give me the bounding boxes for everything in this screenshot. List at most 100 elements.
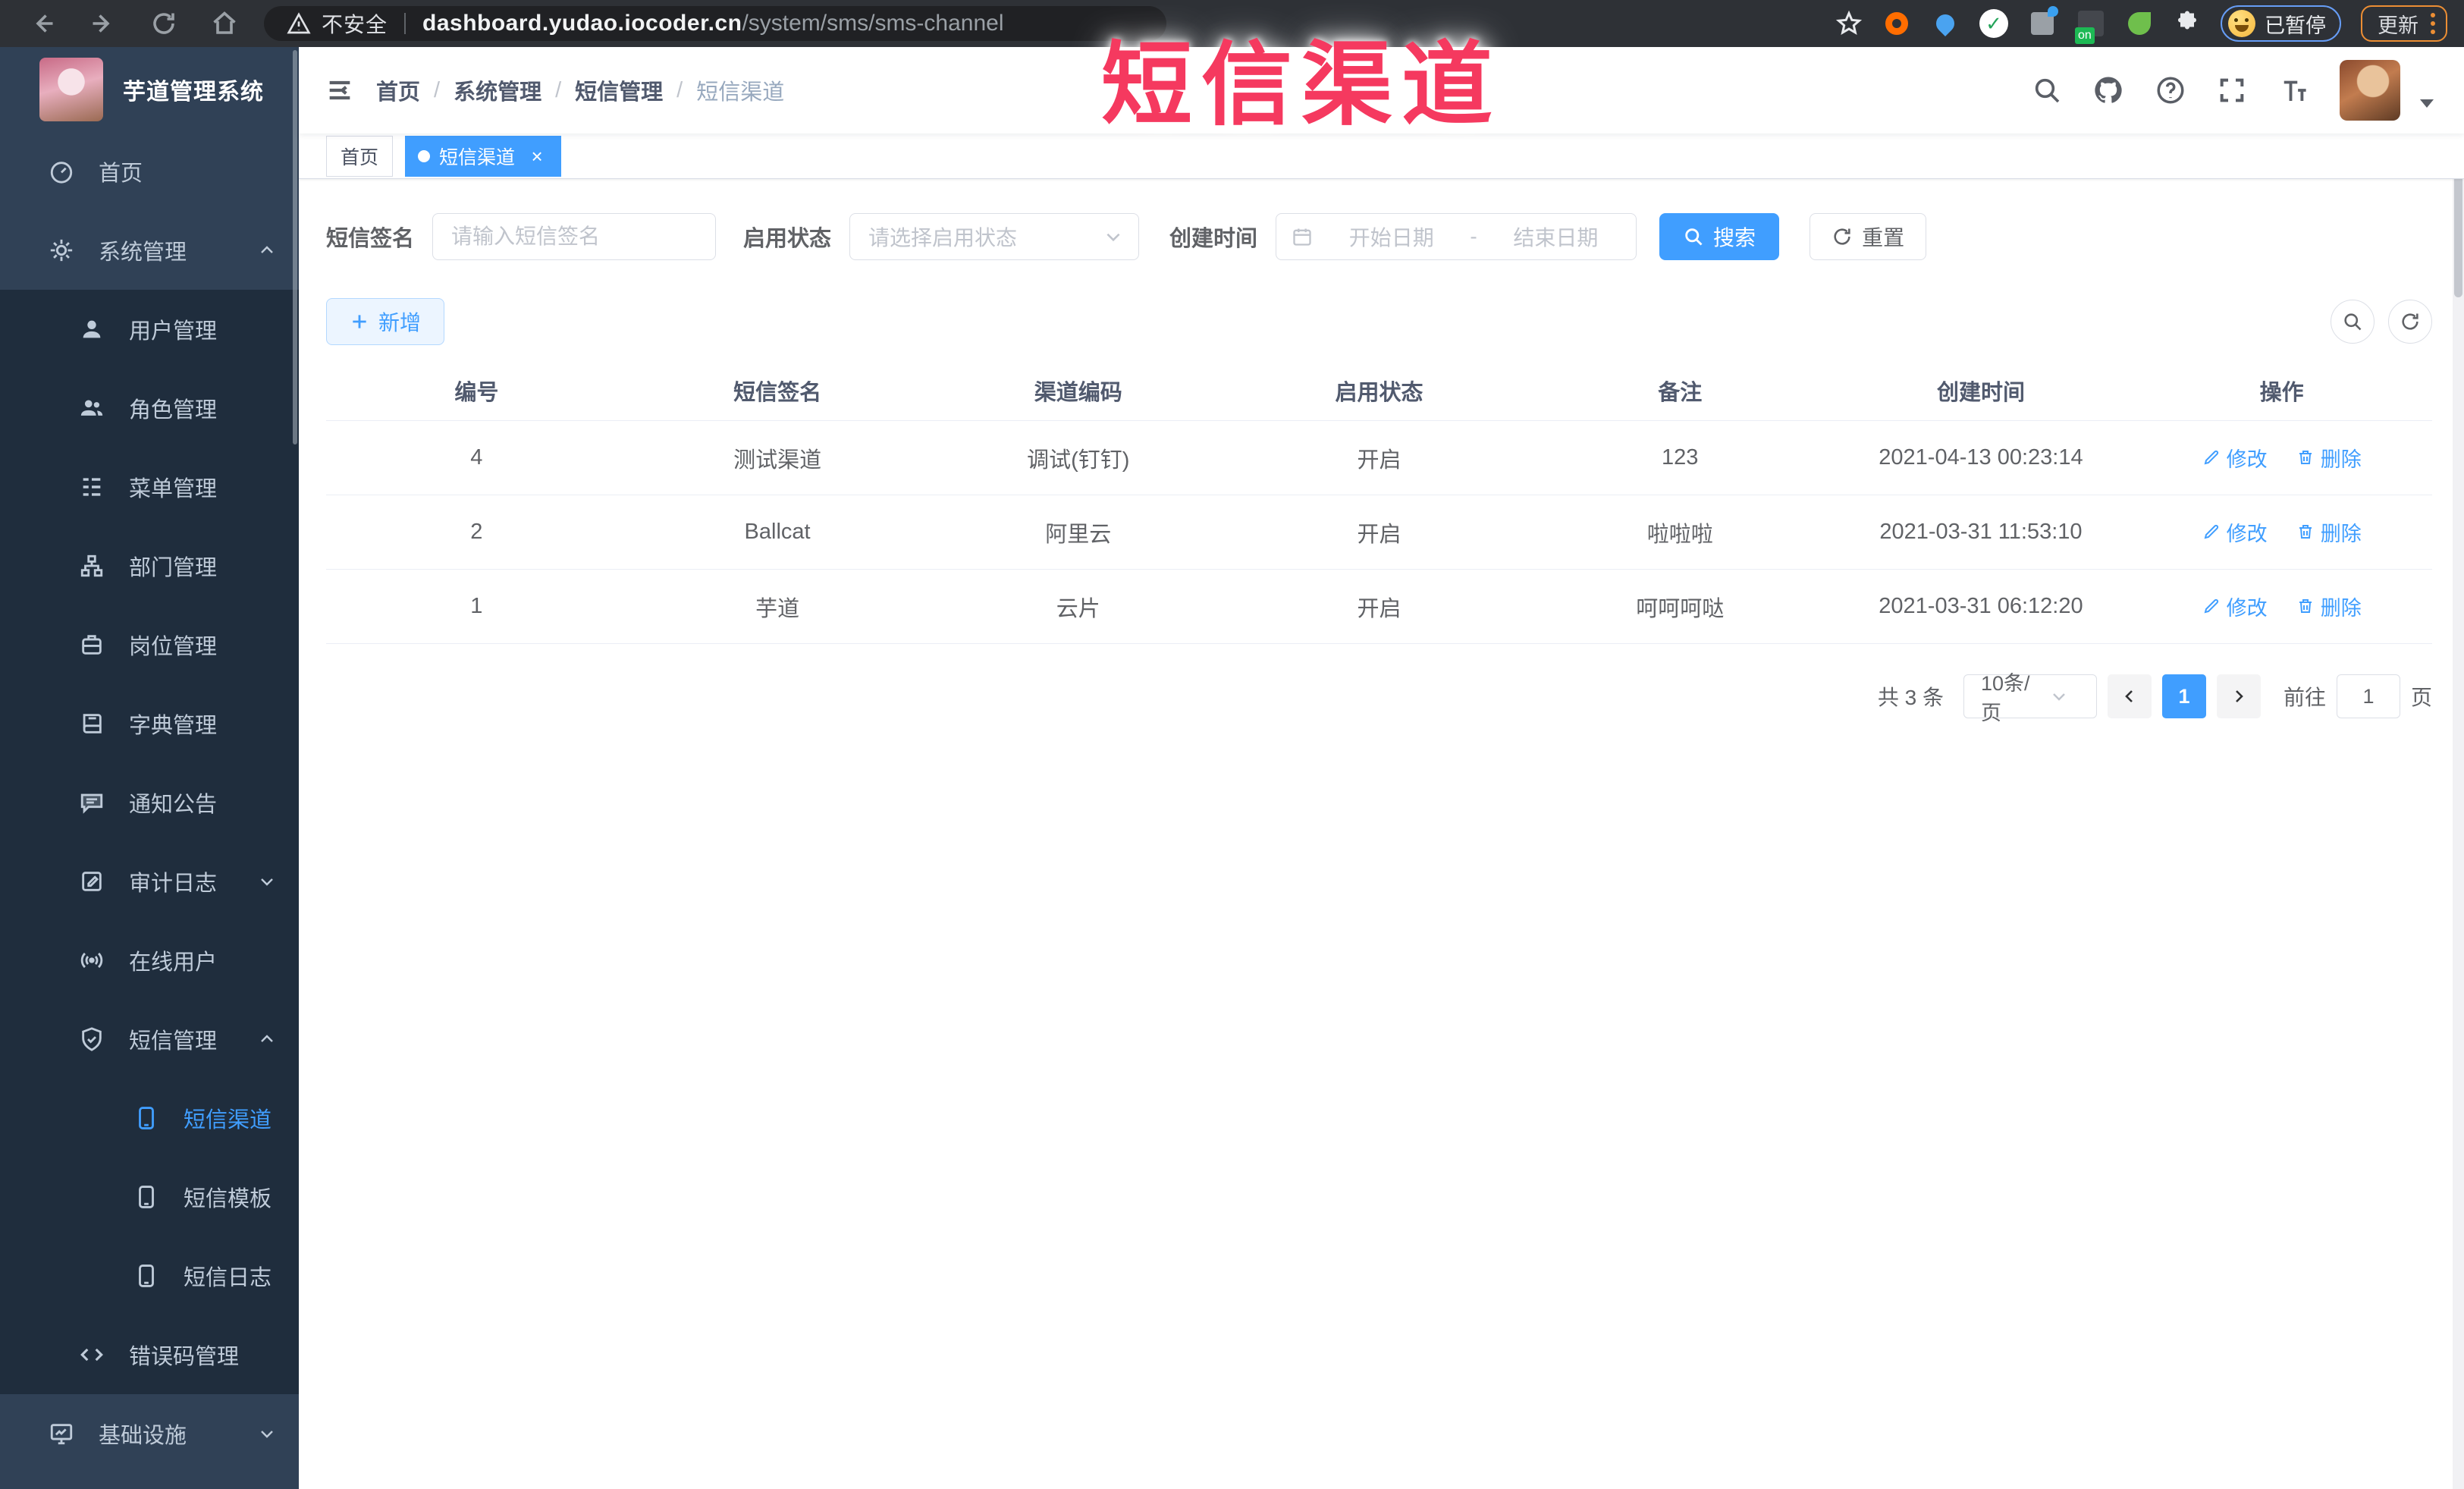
browser-forward-icon[interactable]: [89, 10, 117, 37]
add-button-label: 新增: [378, 311, 422, 335]
sidebar-item-role-mgmt[interactable]: 角色管理: [0, 369, 299, 448]
browser-update-button[interactable]: 更新: [2361, 5, 2447, 42]
date-range-picker[interactable]: 开始日期 - 结束日期: [1276, 213, 1637, 260]
extension-mixer-icon[interactable]: [2028, 6, 2058, 38]
signature-input[interactable]: [451, 225, 698, 249]
phone-icon: [133, 1263, 159, 1289]
sidebar-item-label: 短信渠道: [184, 1108, 272, 1132]
sidebar-item-sms-log[interactable]: 短信日志: [0, 1236, 299, 1315]
sidebar-scrollbar[interactable]: [293, 50, 297, 445]
sidebar-item-sms-mgmt[interactable]: 短信管理: [0, 1000, 299, 1079]
sidebar-logo[interactable]: 芋道管理系统: [0, 47, 299, 132]
breadcrumb-sms[interactable]: 短信管理: [575, 74, 663, 106]
search-button[interactable]: 搜索: [1659, 213, 1780, 260]
sidebar-item-sms-template[interactable]: 短信模板: [0, 1158, 299, 1236]
delete-link[interactable]: 删除: [2296, 443, 2362, 473]
sidebar-item-home[interactable]: 首页: [0, 132, 299, 211]
bookmark-star-icon[interactable]: [1835, 10, 1863, 37]
sidebar-item-infra[interactable]: 基础设施: [0, 1394, 299, 1473]
status-select[interactable]: 请选择启用状态: [849, 213, 1140, 260]
sidebar-item-online-users[interactable]: 在线用户: [0, 921, 299, 1000]
sidebar-item-label: 基础设施: [99, 1424, 187, 1448]
table-row: 4 测试渠道 调试(钉钉) 开启 123 2021-04-13 00:23:14…: [326, 421, 2432, 495]
delete-link[interactable]: 删除: [2296, 592, 2362, 621]
header-search-icon[interactable]: [2032, 75, 2062, 105]
browser-home-icon[interactable]: [211, 10, 238, 37]
browser-reload-icon[interactable]: [150, 10, 177, 37]
cell-id: 2: [470, 520, 483, 544]
profile-paused-badge[interactable]: 已暂停: [2221, 5, 2341, 42]
toggle-search-button[interactable]: [2331, 300, 2375, 344]
sidebar-toggle-icon[interactable]: [299, 75, 376, 105]
gear-icon: [49, 237, 74, 263]
sidebar-item-dict-mgmt[interactable]: 字典管理: [0, 684, 299, 763]
trash-icon: [2296, 523, 2315, 541]
sidebar-item-dept-mgmt[interactable]: 部门管理: [0, 526, 299, 605]
edit-log-icon: [79, 869, 105, 894]
extension-sprout-icon[interactable]: [2125, 9, 2154, 38]
fullscreen-icon[interactable]: [2217, 75, 2247, 105]
end-date-placeholder[interactable]: 结束日期: [1491, 221, 1621, 252]
filter-bar: 短信签名 启用状态 请选择启用状态 创建时间 开始日期 - 结束日期 搜索 重置: [326, 213, 2432, 260]
signal-icon: [79, 947, 105, 973]
extension-check-icon[interactable]: ✓: [1979, 9, 2008, 38]
user-avatar[interactable]: [2340, 60, 2400, 121]
users-icon: [79, 395, 105, 421]
cell-created: 2021-03-31 06:12:20: [1879, 594, 2083, 618]
page-size-select[interactable]: 10条/页: [1963, 672, 2097, 724]
security-label: 不安全: [322, 13, 388, 36]
extensions-puzzle-icon[interactable]: [2174, 10, 2201, 37]
github-icon[interactable]: [2092, 74, 2124, 106]
created-time-label: 创建时间: [1169, 227, 1258, 251]
goto-page-input[interactable]: [2336, 674, 2400, 718]
refresh-table-button[interactable]: [2388, 300, 2432, 344]
sidebar-item-user-mgmt[interactable]: 用户管理: [0, 290, 299, 369]
reset-button[interactable]: 重置: [1810, 213, 1927, 260]
chevron-down-icon: [258, 1425, 276, 1443]
tab-sms-channel[interactable]: 短信渠道 ×: [405, 135, 562, 177]
delete-link[interactable]: 删除: [2296, 517, 2362, 547]
page-scrollbar[interactable]: [2453, 47, 2464, 1489]
search-icon: [1683, 226, 1704, 247]
breadcrumb-separator: /: [434, 77, 441, 102]
chevron-down-icon: [2033, 687, 2086, 705]
paused-label: 已暂停: [2265, 14, 2326, 37]
sidebar-item-menu-mgmt[interactable]: 菜单管理: [0, 448, 299, 526]
extension-donut-icon[interactable]: [1882, 9, 1911, 38]
extension-on-badge-icon[interactable]: [2075, 9, 2105, 44]
main-content: 短信签名 启用状态 请选择启用状态 创建时间 开始日期 - 结束日期 搜索 重置: [299, 180, 2464, 1489]
edit-link[interactable]: 修改: [2202, 517, 2268, 547]
browser-back-icon[interactable]: [29, 10, 56, 37]
close-tab-icon[interactable]: ×: [526, 145, 548, 168]
next-page-button[interactable]: [2216, 674, 2261, 718]
sidebar-item-audit-log[interactable]: 审计日志: [0, 842, 299, 921]
sidebar-item-notice-mgmt[interactable]: 通知公告: [0, 763, 299, 842]
sidebar-item-post-mgmt[interactable]: 岗位管理: [0, 605, 299, 684]
dashboard-gauge-icon: [49, 159, 74, 184]
extension-pin-icon[interactable]: [1931, 9, 1960, 38]
page-number-1[interactable]: 1: [2161, 674, 2206, 718]
font-size-icon[interactable]: [2277, 74, 2309, 106]
status-placeholder: 请选择启用状态: [868, 226, 1018, 250]
message-gear-icon: [79, 1026, 105, 1052]
avatar-caret-icon[interactable]: [2420, 99, 2434, 108]
sidebar-item-label: 用户管理: [129, 319, 218, 344]
breadcrumb-system[interactable]: 系统管理: [454, 74, 541, 106]
edit-link[interactable]: 修改: [2202, 592, 2268, 621]
tab-home[interactable]: 首页: [326, 135, 394, 177]
sidebar-item-label: 短信管理: [129, 1029, 218, 1054]
sidebar: 芋道管理系统 首页 系统管理 用户管理 角色管理 菜单管理 部门管理 岗位管理: [0, 47, 299, 1489]
breadcrumb-separator: /: [555, 77, 562, 102]
cell-created: 2021-04-13 00:23:14: [1879, 445, 2083, 470]
start-date-placeholder[interactable]: 开始日期: [1326, 221, 1456, 252]
edit-link[interactable]: 修改: [2202, 443, 2268, 473]
sidebar-item-sms-channel[interactable]: 短信渠道: [0, 1079, 299, 1158]
help-question-icon[interactable]: [2155, 74, 2186, 106]
breadcrumb-home[interactable]: 首页: [376, 74, 420, 106]
prev-page-button[interactable]: [2107, 674, 2152, 718]
sidebar-item-system[interactable]: 系统管理: [0, 211, 299, 290]
security-warning-icon: [287, 11, 311, 36]
url-bar[interactable]: 不安全 dashboard.yudao.iocoder.cn/system/sm…: [264, 6, 1166, 41]
sidebar-item-error-code[interactable]: 错误码管理: [0, 1315, 299, 1394]
add-button[interactable]: 新增: [326, 298, 445, 345]
